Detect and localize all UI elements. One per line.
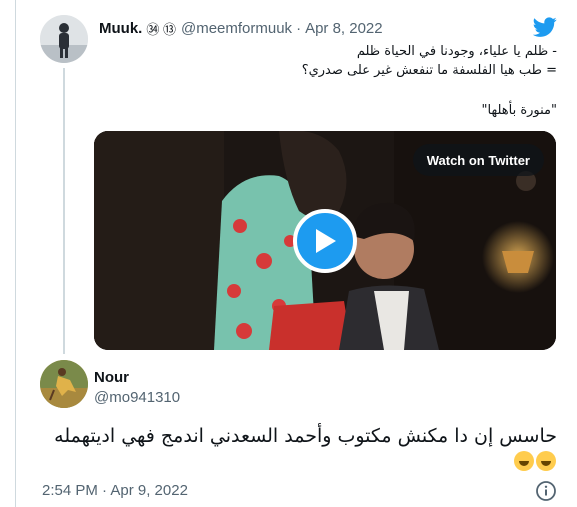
- reply-handle[interactable]: @mo941310: [94, 389, 180, 406]
- tweet-date[interactable]: Apr 8, 2022: [305, 20, 383, 37]
- tweet-text-line-3: "منورة بأهلها": [481, 103, 557, 118]
- face-with-tears-of-joy-icon: [536, 450, 556, 471]
- tweet-text-line-2: = طب هيا الفلسفة ما تنفعش غير على صدري؟: [301, 63, 557, 78]
- info-icon[interactable]: [535, 480, 557, 502]
- play-button[interactable]: [293, 209, 357, 273]
- reply-timestamp[interactable]: 2:54 PM · Apr 9, 2022: [42, 482, 188, 499]
- twitter-bird-icon[interactable]: [533, 15, 557, 39]
- face-with-tears-of-joy-icon: [514, 450, 534, 471]
- reply-text-content: حاسس إن دا مكنش مكتوب وأحمد السعدني اندم…: [54, 425, 557, 447]
- reply-text: حاسس إن دا مكنش مكتوب وأحمد السعدني اندم…: [37, 424, 557, 472]
- tweet-text-line-1: - ظلم يا علياء، وجودنا في الحياة ظلم: [356, 44, 557, 59]
- play-icon: [316, 229, 336, 253]
- embed-frame-border: [15, 0, 16, 507]
- author-handle[interactable]: @meemformuuk: [181, 20, 292, 37]
- author-display-name[interactable]: Muuk.: [99, 20, 142, 37]
- tweet-header: Muuk. ㉞ ⑬ @meemformuuk · Apr 8, 2022: [99, 18, 383, 38]
- thread-connector-line: [63, 68, 65, 354]
- avatar-nour[interactable]: [40, 360, 88, 408]
- header-separator: ·: [296, 19, 302, 37]
- author-name-badges: ㉞ ⑬: [146, 21, 176, 37]
- reply-display-name[interactable]: Nour: [94, 369, 129, 386]
- avatar-muuk[interactable]: [40, 15, 88, 63]
- watch-on-twitter-button[interactable]: Watch on Twitter: [412, 144, 544, 176]
- video-player[interactable]: Watch on Twitter: [94, 131, 556, 350]
